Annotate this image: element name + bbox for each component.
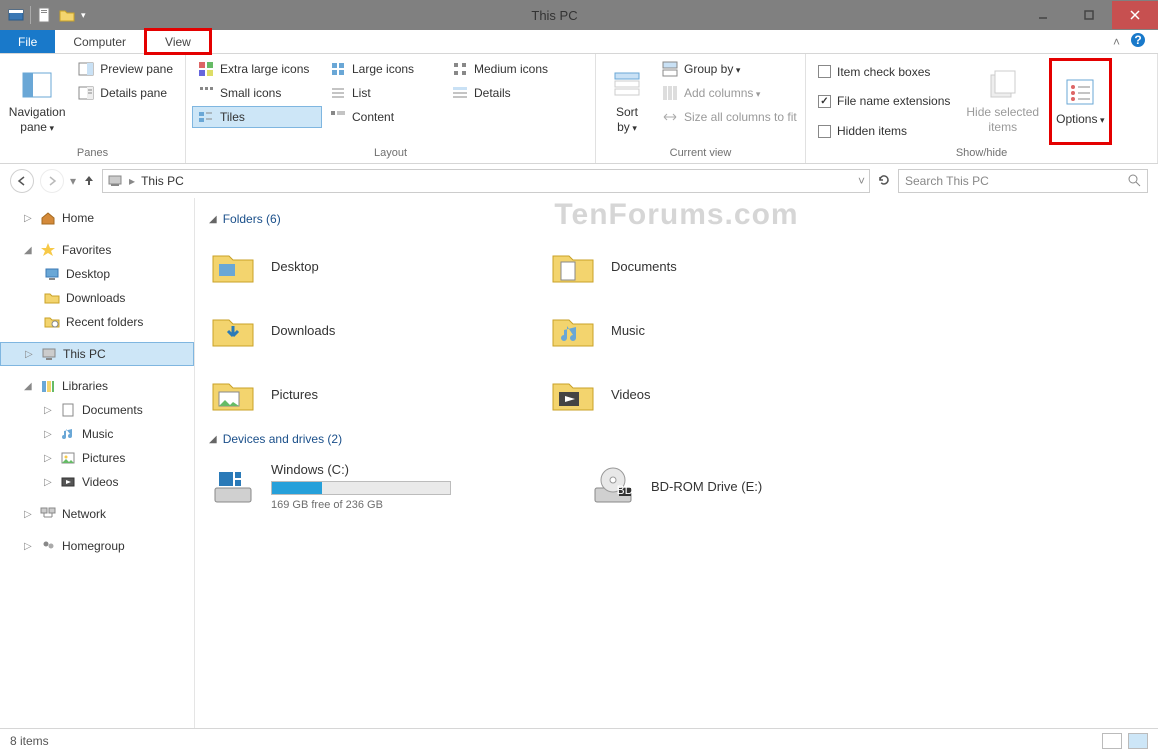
- folder-icon: [44, 290, 60, 306]
- status-item-count: 8 items: [10, 734, 49, 748]
- libraries-icon: [40, 378, 56, 394]
- documents-icon: [60, 402, 76, 418]
- qat-customize-icon[interactable]: [81, 7, 89, 23]
- file-name-extensions-toggle[interactable]: File name extensions: [812, 91, 956, 111]
- maximize-button[interactable]: [1066, 1, 1112, 29]
- tree-network[interactable]: ▷Network: [0, 502, 194, 526]
- folders-header[interactable]: ◢Folders (6): [209, 212, 1144, 226]
- tree-fav-recent[interactable]: Recent folders: [0, 310, 194, 334]
- tile-music[interactable]: Music: [549, 298, 809, 362]
- small-icons-button[interactable]: Small icons: [192, 82, 322, 104]
- layout-group-label: Layout: [192, 145, 589, 161]
- hide-selected-button[interactable]: Hide selected items: [960, 58, 1045, 145]
- help-icon[interactable]: ?: [1130, 32, 1146, 51]
- details-view-button[interactable]: Details: [446, 82, 566, 104]
- content-button[interactable]: Content: [324, 106, 444, 128]
- homegroup-icon: [40, 538, 56, 554]
- tiles-view-toggle[interactable]: [1128, 733, 1148, 749]
- tree-lib-pictures[interactable]: ▷Pictures: [0, 446, 194, 470]
- up-button[interactable]: [82, 173, 96, 190]
- breadcrumb[interactable]: This PC: [141, 174, 184, 188]
- recent-folders-icon: [44, 314, 60, 330]
- preview-pane-button[interactable]: Preview pane: [72, 58, 179, 80]
- tile-bdrom[interactable]: BD BD-ROM Drive (E:): [589, 454, 889, 518]
- computer-icon: [41, 346, 57, 362]
- qat-separator: [30, 6, 31, 24]
- minimize-ribbon-icon[interactable]: ˄: [1113, 35, 1120, 49]
- show-hide-group-label: Show/hide: [812, 145, 1151, 161]
- desktop-icon: [44, 266, 60, 282]
- details-view-toggle[interactable]: [1102, 733, 1122, 749]
- address-dropdown-icon[interactable]: ˅: [858, 174, 865, 188]
- close-button[interactable]: [1112, 1, 1158, 29]
- add-columns-button[interactable]: Add columns: [656, 82, 803, 104]
- tree-home[interactable]: ▷Home: [0, 206, 194, 230]
- tree-this-pc[interactable]: ▷This PC: [0, 342, 194, 366]
- drive-fill: [272, 482, 322, 494]
- tree-libraries[interactable]: ◢Libraries: [0, 374, 194, 398]
- back-button[interactable]: [10, 169, 34, 193]
- tile-videos[interactable]: Videos: [549, 362, 809, 426]
- panes-group-label: Panes: [6, 145, 179, 161]
- navigation-pane: ▷Home ◢Favorites Desktop Downloads Recen…: [0, 198, 195, 728]
- tab-computer[interactable]: Computer: [55, 30, 144, 53]
- current-view-group-label: Current view: [602, 145, 799, 161]
- search-input[interactable]: Search This PC: [898, 169, 1148, 193]
- refresh-button[interactable]: [876, 172, 892, 191]
- address-bar[interactable]: ▸ This PC ˅: [102, 169, 870, 193]
- tree-fav-downloads[interactable]: Downloads: [0, 286, 194, 310]
- videos-icon: [60, 474, 76, 490]
- pictures-icon: [60, 450, 76, 466]
- devices-header[interactable]: ◢Devices and drives (2): [209, 432, 1144, 446]
- new-folder-icon[interactable]: [59, 7, 75, 23]
- tile-documents[interactable]: Documents: [549, 234, 809, 298]
- large-icons-button[interactable]: Large icons: [324, 58, 444, 80]
- properties-icon[interactable]: [37, 7, 53, 23]
- item-check-boxes-toggle[interactable]: Item check boxes: [812, 62, 956, 82]
- options-button[interactable]: Options: [1049, 58, 1111, 145]
- hidden-items-toggle[interactable]: Hidden items: [812, 121, 956, 141]
- tree-lib-videos[interactable]: ▷Videos: [0, 470, 194, 494]
- tree-lib-music[interactable]: ▷Music: [0, 422, 194, 446]
- minimize-button[interactable]: [1020, 1, 1066, 29]
- tile-drive-c[interactable]: Windows (C:) 169 GB free of 236 GB: [209, 454, 509, 518]
- tree-lib-documents[interactable]: ▷Documents: [0, 398, 194, 422]
- list-button[interactable]: List: [324, 82, 444, 104]
- tree-fav-desktop[interactable]: Desktop: [0, 262, 194, 286]
- tiles-button[interactable]: Tiles: [192, 106, 322, 128]
- svg-text:BD: BD: [617, 483, 634, 497]
- extra-large-icons-button[interactable]: Extra large icons: [192, 58, 322, 80]
- network-icon: [40, 506, 56, 522]
- window-icon: [8, 7, 24, 23]
- star-icon: [40, 242, 56, 258]
- group-by-button[interactable]: Group by: [656, 58, 803, 80]
- tile-desktop[interactable]: Desktop: [209, 234, 469, 298]
- svg-text:?: ?: [1134, 33, 1141, 47]
- location-icon: [107, 172, 123, 191]
- medium-icons-button[interactable]: Medium icons: [446, 58, 566, 80]
- tab-file[interactable]: File: [0, 30, 55, 53]
- tile-downloads[interactable]: Downloads: [209, 298, 469, 362]
- home-icon: [40, 210, 56, 226]
- details-pane-button[interactable]: Details pane: [72, 82, 179, 104]
- size-all-columns-button[interactable]: Size all columns to fit: [656, 106, 803, 128]
- tree-homegroup[interactable]: ▷Homegroup: [0, 534, 194, 558]
- tile-pictures[interactable]: Pictures: [209, 362, 469, 426]
- window-title: This PC: [89, 8, 1020, 23]
- navigation-pane-button[interactable]: Navigation pane: [6, 58, 68, 145]
- tree-favorites[interactable]: ◢Favorites: [0, 238, 194, 262]
- tab-view[interactable]: View: [144, 28, 212, 55]
- sort-by-button[interactable]: Sort by: [602, 58, 652, 145]
- music-icon: [60, 426, 76, 442]
- search-icon: [1127, 173, 1141, 190]
- recent-locations-icon[interactable]: ▾: [70, 174, 76, 188]
- forward-button[interactable]: [40, 169, 64, 193]
